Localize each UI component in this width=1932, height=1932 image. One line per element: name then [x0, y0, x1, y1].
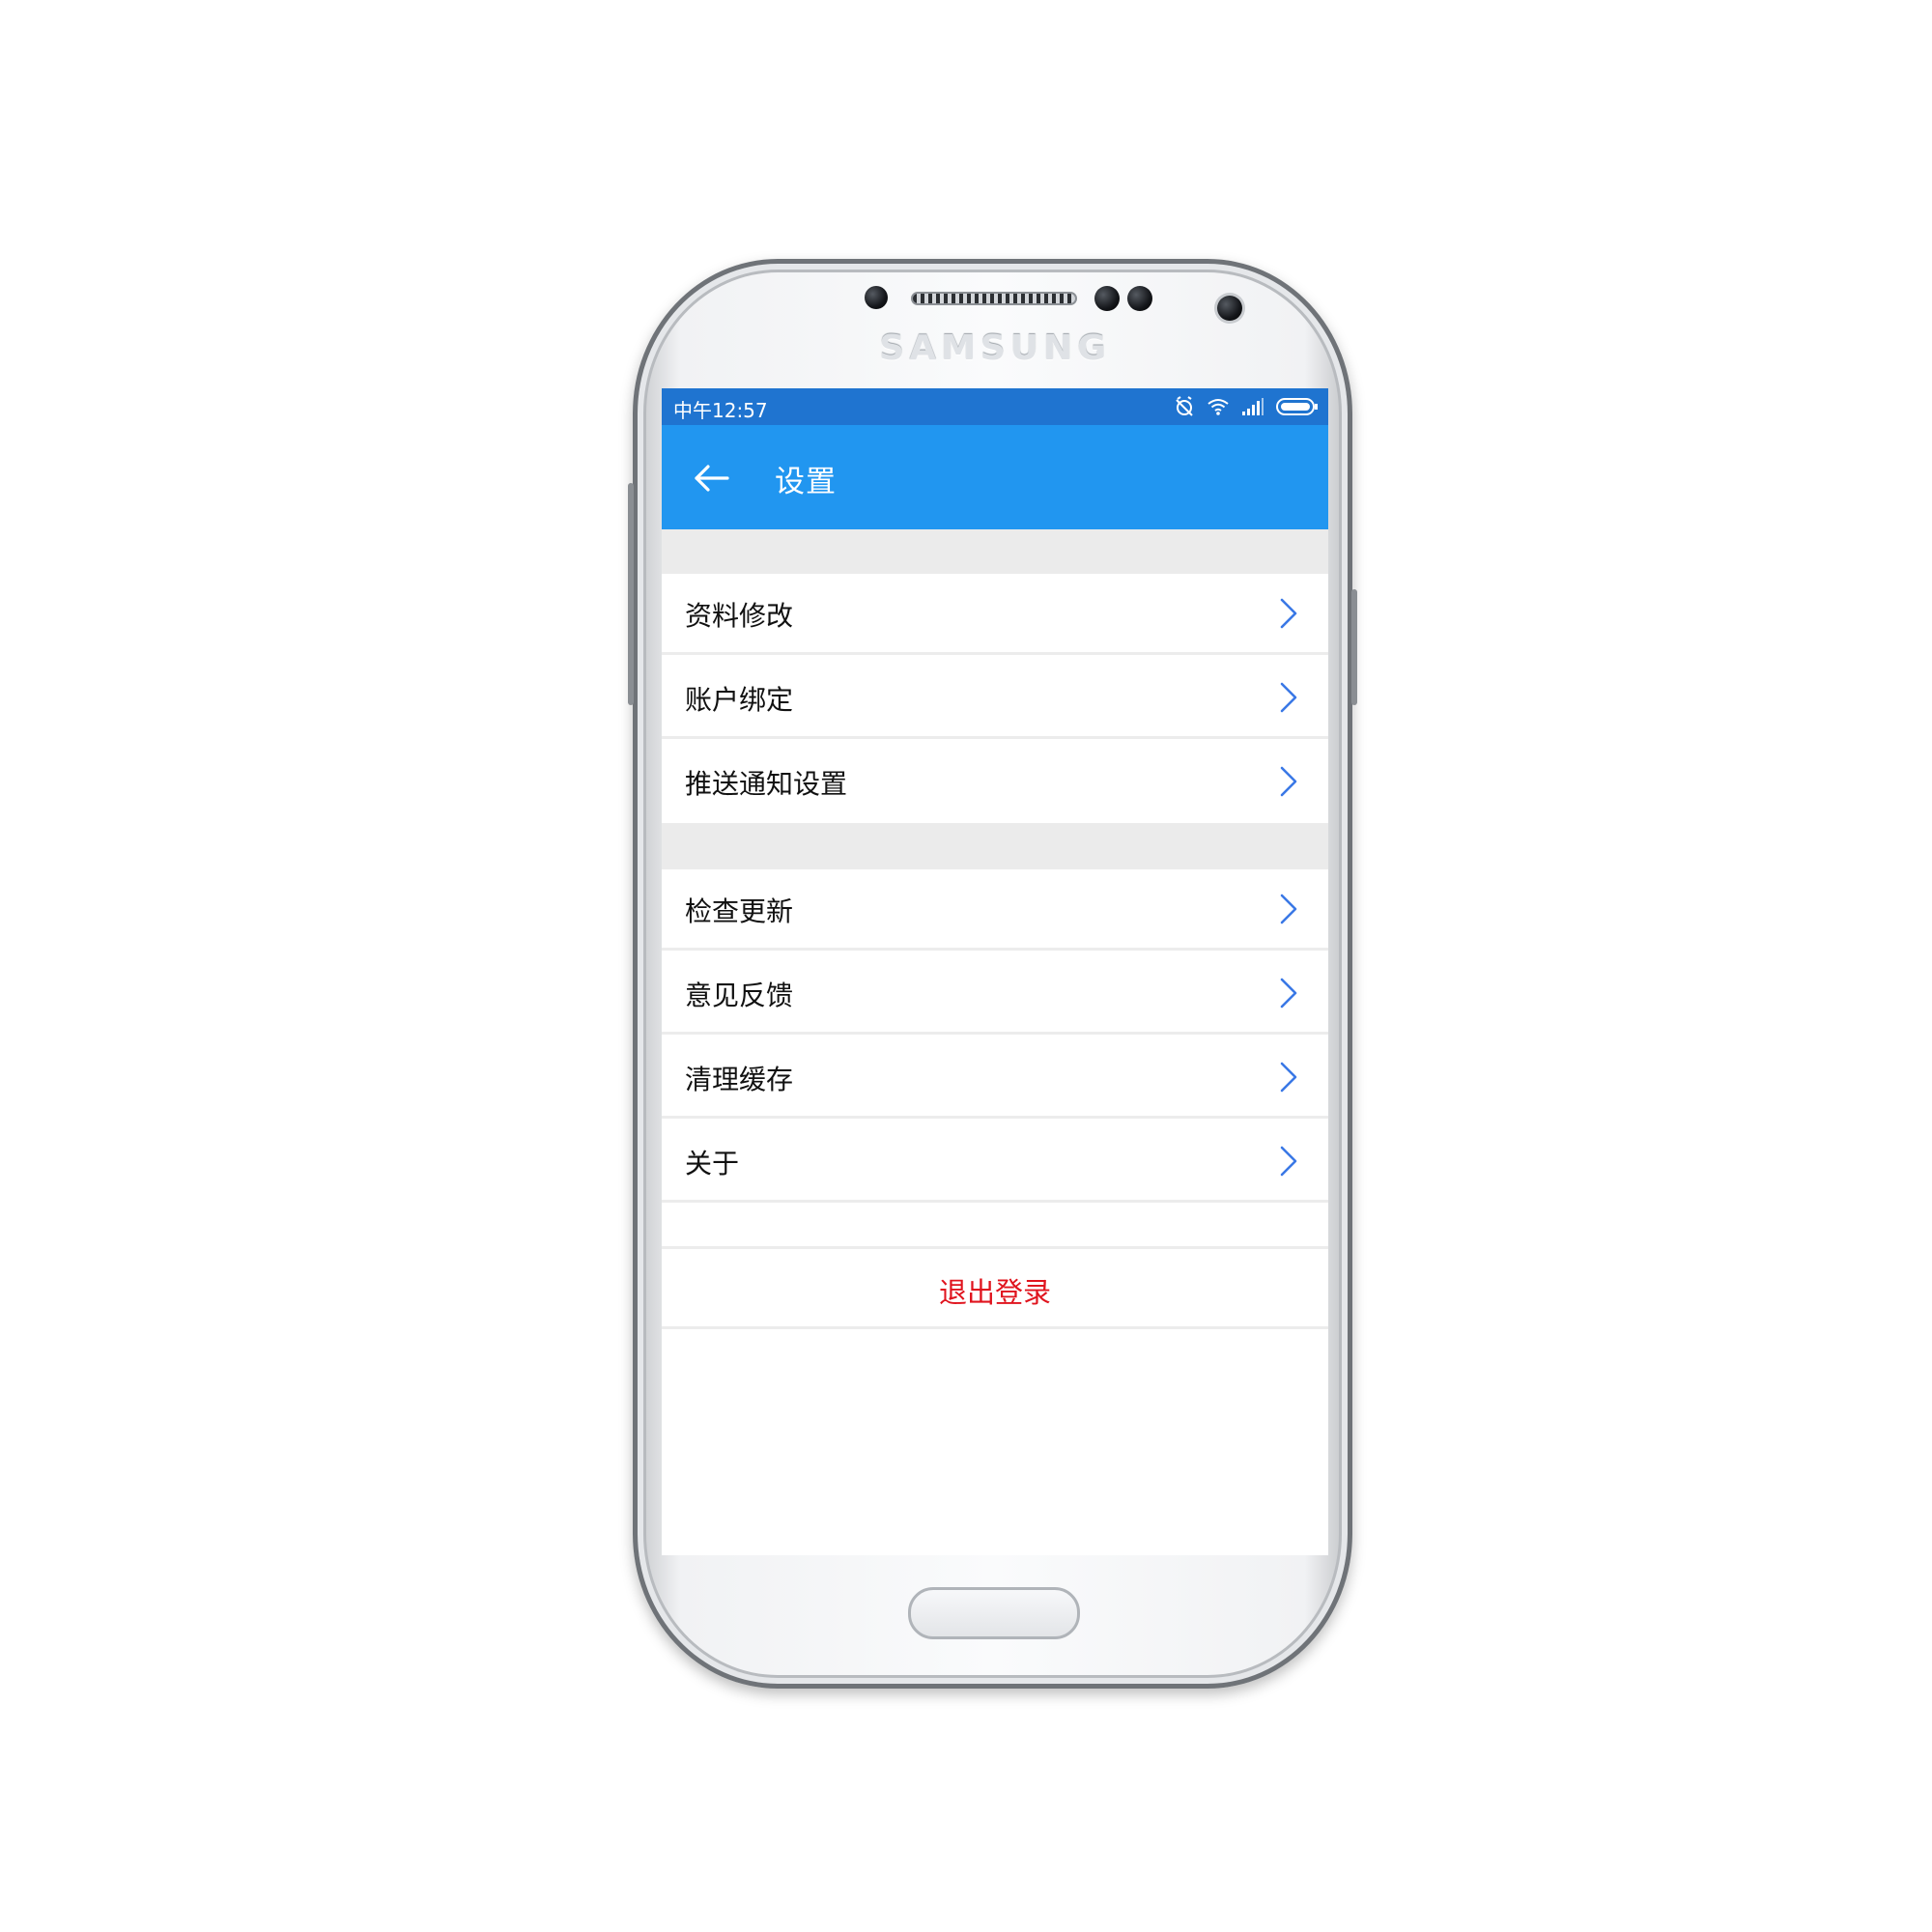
status-bar: 中午12:57 [662, 388, 1328, 425]
settings-item-clear-cache[interactable]: 清理缓存 [662, 1037, 1328, 1119]
chevron-right-icon [1280, 598, 1297, 629]
settings-item-label: 意见反馈 [685, 980, 794, 1011]
settings-item-check-update[interactable]: 检查更新 [662, 869, 1328, 951]
chevron-right-icon [1280, 766, 1297, 797]
settings-item-about[interactable]: 关于 [662, 1122, 1328, 1203]
wifi-icon [1208, 399, 1229, 415]
settings-item-feedback[interactable]: 意见反馈 [662, 953, 1328, 1035]
brand-logo: SAMSUNG [879, 328, 1111, 368]
screen: 中午12:57 设置 资料修改 账户绑定 推送通知设置 检查更新 意见反馈 清理… [662, 388, 1328, 1555]
chevron-right-icon [1280, 1146, 1297, 1177]
page-title: 设置 [775, 465, 837, 499]
chevron-right-icon [1280, 978, 1297, 1009]
logout-label: 退出登录 [938, 1276, 1051, 1309]
settings-item-label: 账户绑定 [685, 684, 794, 716]
home-button[interactable] [908, 1587, 1080, 1639]
battery-icon [1276, 398, 1318, 415]
logout-button[interactable]: 退出登录 [662, 1246, 1328, 1329]
alarm-off-icon [1176, 396, 1193, 416]
settings-item-label: 推送通知设置 [685, 768, 848, 800]
light-sensor-2 [1127, 286, 1152, 311]
settings-item-profile-edit[interactable]: 资料修改 [662, 574, 1328, 655]
settings-item-push-notifications[interactable]: 推送通知设置 [662, 742, 1328, 823]
front-camera [1217, 296, 1242, 321]
settings-item-label: 检查更新 [685, 895, 794, 927]
status-icons [1174, 396, 1319, 417]
status-time: 中午12:57 [673, 399, 768, 422]
chevron-right-icon [1280, 682, 1297, 713]
section-divider [662, 823, 1328, 869]
earpiece-speaker [911, 292, 1077, 305]
settings-item-label: 关于 [685, 1148, 740, 1179]
volume-button [628, 483, 634, 705]
power-button [1351, 589, 1357, 705]
settings-item-label: 资料修改 [685, 600, 794, 632]
back-button[interactable] [689, 454, 737, 502]
arrow-left-icon [695, 465, 729, 492]
light-sensor [1094, 286, 1120, 311]
chevron-right-icon [1280, 894, 1297, 924]
settings-item-account-binding[interactable]: 账户绑定 [662, 658, 1328, 739]
stage: SAMSUNG 中午12:57 设置 资料修改 账户绑定 推送通知设置 检查更新… [0, 0, 1932, 1932]
app-bar: 设置 [662, 425, 1328, 529]
signal-icon [1242, 398, 1264, 415]
section-divider [662, 529, 1328, 574]
proximity-sensor [865, 286, 888, 309]
settings-item-label: 清理缓存 [685, 1064, 794, 1095]
chevron-right-icon [1280, 1062, 1297, 1093]
